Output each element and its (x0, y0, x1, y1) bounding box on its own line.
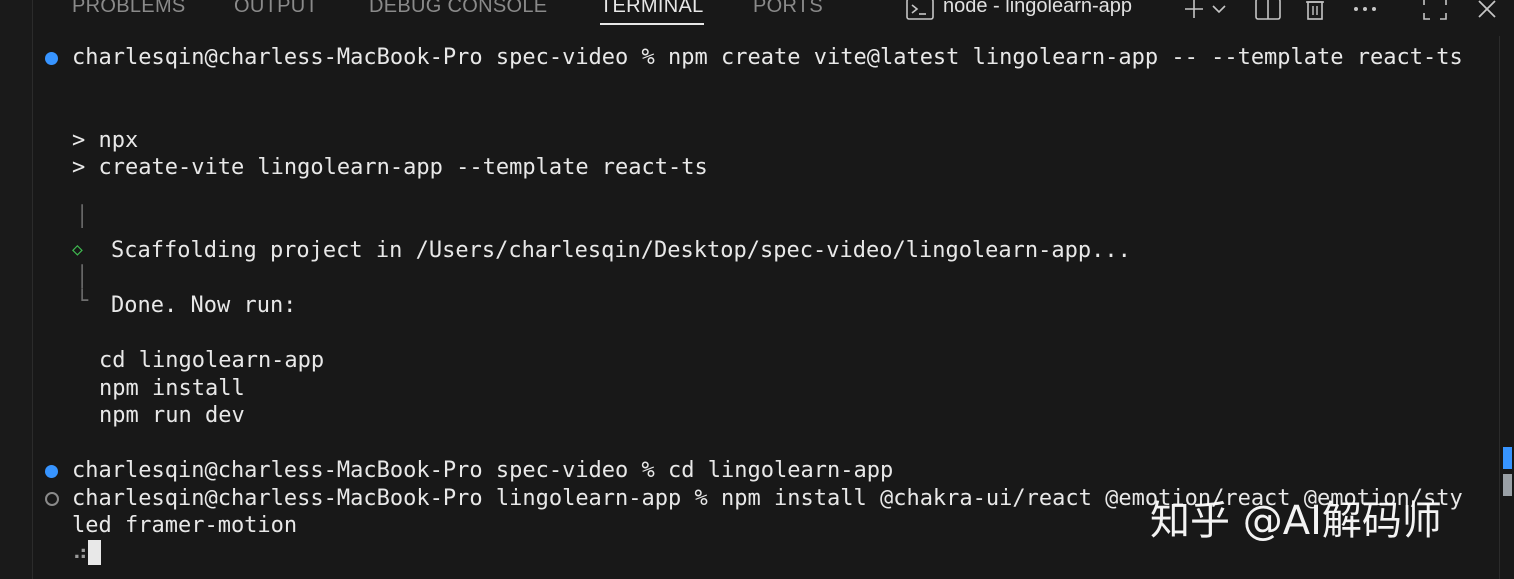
tree-end-icon: └ (76, 288, 89, 312)
terminal-icon[interactable] (906, 0, 934, 27)
terminal-line-npx: > npx (72, 128, 139, 153)
command-success-decoration[interactable] (45, 52, 58, 65)
watermark: 知乎 @AI解码师 (1150, 498, 1442, 544)
panel-header: PROBLEMS OUTPUT DEBUG CONSOLE TERMINAL P… (32, 0, 1514, 28)
tab-ports[interactable]: PORTS (753, 0, 823, 18)
terminal-line-command-create: charlesqin@charless-MacBook-Pro spec-vid… (72, 45, 1463, 70)
ellipsis-icon[interactable] (1352, 0, 1378, 27)
tree-bar-icon: │ (76, 264, 89, 288)
terminal-name[interactable]: node - lingolearn-app (943, 0, 1132, 18)
terminal-line-scaffolding: Scaffolding project in /Users/charlesqin… (111, 238, 1131, 263)
scrollbar-thumb[interactable] (1503, 474, 1512, 496)
diamond-icon: ◇ (72, 239, 83, 260)
command-running-decoration[interactable] (45, 492, 59, 506)
spinner-line: ⠴ (72, 540, 102, 568)
terminal-line-install-wrap: led framer-motion (72, 513, 298, 538)
trash-icon[interactable] (1303, 0, 1327, 27)
left-edge (0, 0, 33, 579)
tree-bar-icon: │ (76, 204, 89, 228)
scrollbar-marker-cursor (1503, 447, 1512, 469)
spinner-icon: ⠴ (72, 541, 89, 566)
command-success-decoration[interactable] (45, 465, 58, 478)
chevron-down-icon[interactable] (1210, 0, 1228, 27)
close-icon[interactable] (1476, 0, 1498, 27)
tab-terminal[interactable]: TERMINAL (600, 0, 704, 25)
tab-debug-console[interactable]: DEBUG CONSOLE (369, 0, 547, 18)
split-icon[interactable] (1255, 0, 1281, 27)
tab-problems[interactable]: PROBLEMS (72, 0, 186, 18)
maximize-icon[interactable] (1422, 0, 1448, 27)
terminal-line-cd: cd lingolearn-app (99, 348, 325, 373)
terminal-cursor (88, 540, 102, 565)
plus-icon[interactable] (1182, 0, 1206, 27)
tab-output[interactable]: OUTPUT (234, 0, 318, 18)
terminal-line-npm-install: npm install (99, 376, 245, 401)
terminal-line-cd-command: charlesqin@charless-MacBook-Pro spec-vid… (72, 458, 894, 483)
terminal-scrollbar[interactable] (1500, 36, 1514, 579)
terminal-line-done: Done. Now run: (111, 293, 297, 318)
terminal-line-create-vite: > create-vite lingolearn-app --template … (72, 155, 708, 180)
terminal-line-npm-run-dev: npm run dev (99, 403, 245, 428)
